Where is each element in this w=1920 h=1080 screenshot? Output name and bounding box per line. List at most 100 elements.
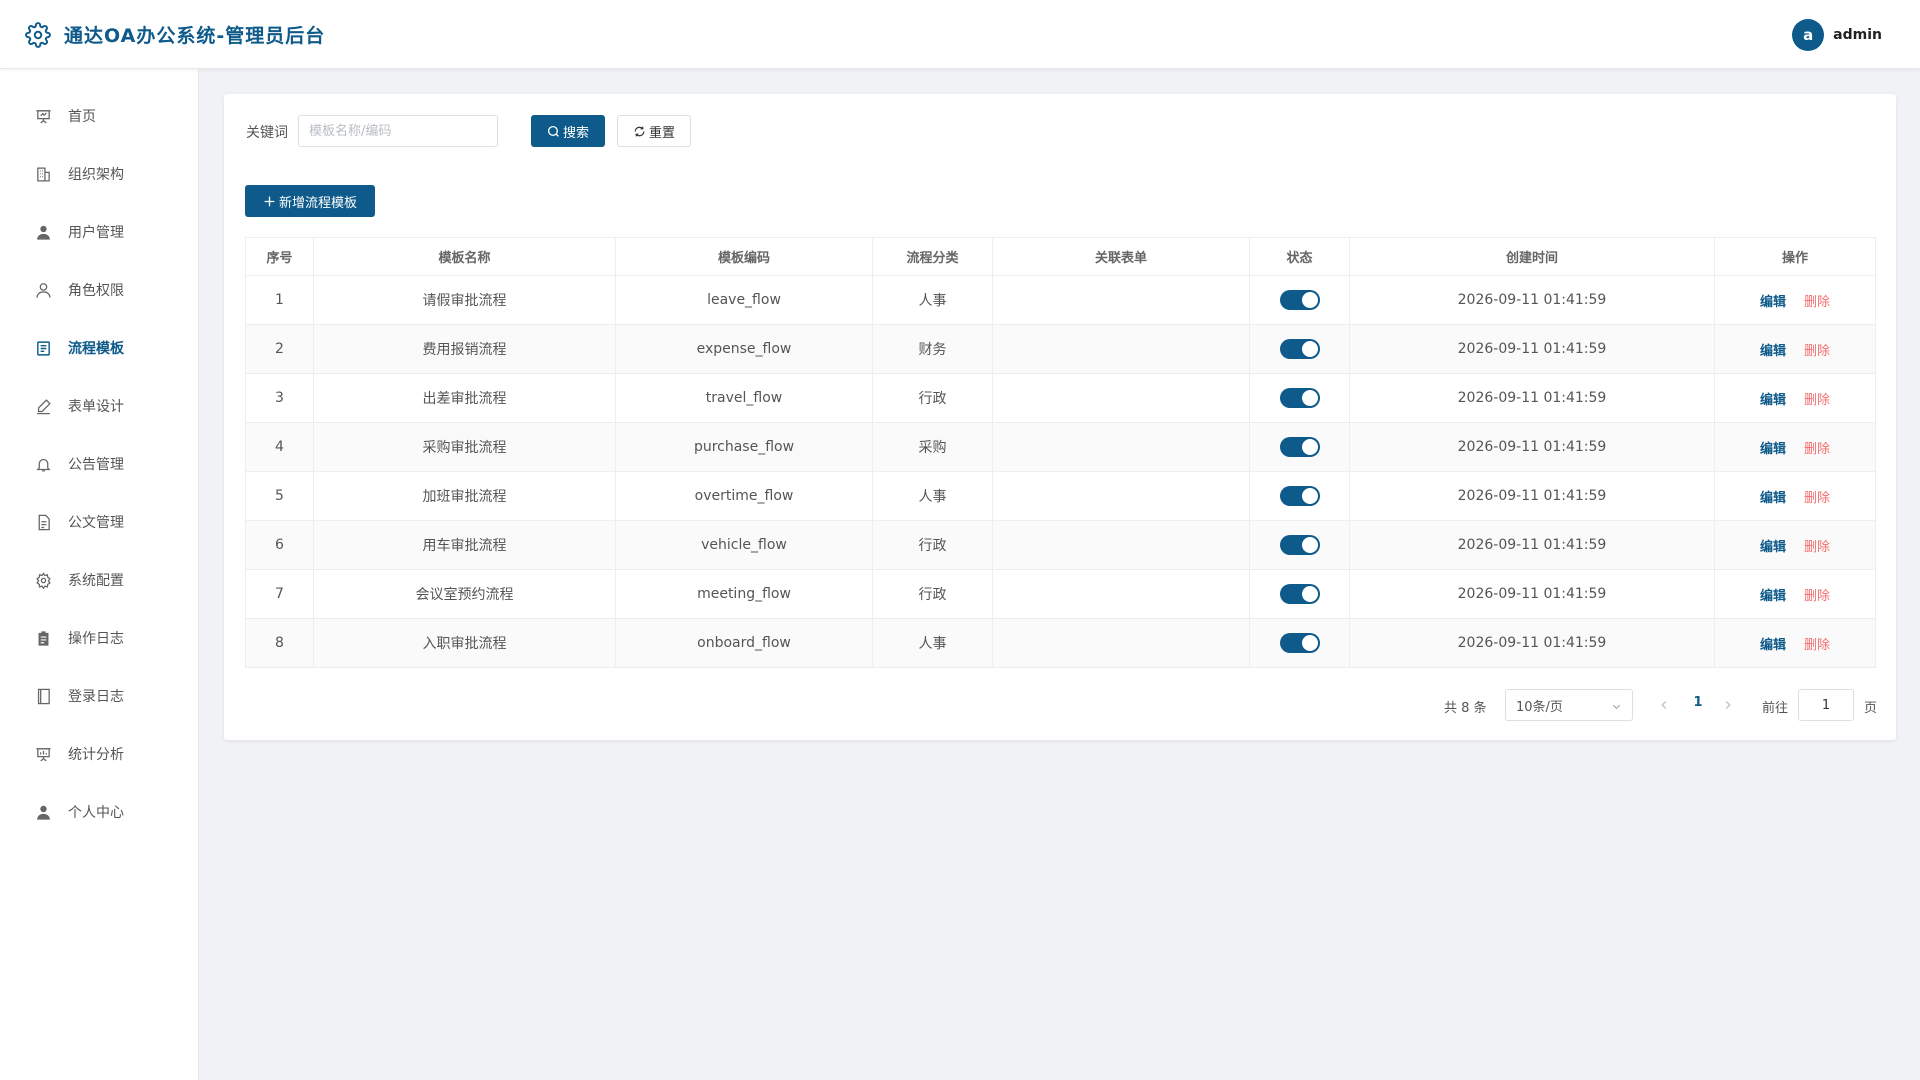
sidebar-item-roles[interactable]: 角色权限: [0, 265, 199, 315]
sidebar-item-label: 表单设计: [68, 399, 124, 415]
cell-index: 3: [245, 373, 314, 423]
edit-link[interactable]: 编辑: [1760, 295, 1786, 310]
delete-link[interactable]: 删除: [1804, 393, 1830, 408]
user-menu[interactable]: a admin: [1792, 19, 1882, 51]
table-row: 6 用车审批流程 vehicle_flow 行政 2026-09-11 01:4…: [245, 520, 1876, 570]
user-solid-icon: [34, 223, 52, 241]
toggle-knob: [1301, 635, 1318, 651]
document-icon: [34, 339, 52, 357]
cell-form: [992, 324, 1250, 374]
delete-link[interactable]: 删除: [1804, 540, 1830, 555]
cell-index: 4: [245, 422, 314, 472]
status-toggle[interactable]: [1279, 584, 1320, 604]
cell-created: 2026-09-11 01:41:59: [1349, 471, 1715, 521]
sidebar-item-login-log[interactable]: 登录日志: [0, 671, 199, 721]
sidebar-item-organization[interactable]: 组织架构: [0, 149, 199, 199]
edit-link[interactable]: 编辑: [1760, 589, 1786, 604]
column-header[interactable]: 序号: [245, 237, 314, 276]
presentation-icon: [34, 107, 52, 125]
search-button-label: 搜索: [562, 125, 589, 141]
sidebar-item-label: 个人中心: [68, 805, 124, 821]
cell-created: 2026-09-11 01:41:59: [1349, 569, 1715, 619]
chart-board-icon: [34, 745, 52, 763]
gear-icon: [34, 571, 52, 589]
cell-form: [992, 422, 1250, 472]
sidebar-item-users[interactable]: 用户管理: [0, 207, 199, 257]
building-icon: [34, 165, 52, 183]
status-toggle[interactable]: [1279, 437, 1320, 457]
brand[interactable]: 通达OA办公系统-管理员后台: [25, 21, 325, 48]
cell-status: [1249, 520, 1350, 570]
cell-created: 2026-09-11 01:41:59: [1349, 520, 1715, 570]
avatar[interactable]: a: [1792, 19, 1825, 51]
delete-link[interactable]: 删除: [1804, 442, 1830, 457]
sidebar-item-system-config[interactable]: 系统配置: [0, 555, 199, 605]
status-toggle[interactable]: [1279, 339, 1320, 359]
status-toggle[interactable]: [1279, 486, 1320, 506]
page-number-current[interactable]: 1: [1688, 695, 1708, 710]
toggle-knob: [1301, 537, 1318, 553]
column-header[interactable]: 状态: [1249, 237, 1350, 276]
top-header: 通达OA办公系统-管理员后台 a admin: [0, 0, 1920, 69]
cell-form: [992, 373, 1250, 423]
edit-link[interactable]: 编辑: [1760, 491, 1786, 506]
reset-button[interactable]: 重置: [617, 115, 691, 147]
username[interactable]: admin: [1833, 27, 1882, 43]
edit-link[interactable]: 编辑: [1760, 540, 1786, 555]
goto-page-input[interactable]: [1798, 689, 1854, 721]
status-toggle[interactable]: [1279, 535, 1320, 555]
cell-created: 2026-09-11 01:41:59: [1349, 373, 1715, 423]
column-header[interactable]: 模板名称: [313, 237, 616, 276]
sidebar-item-label: 操作日志: [68, 631, 124, 647]
table-row: 5 加班审批流程 overtime_flow 人事 2026-09-11 01:…: [245, 471, 1876, 521]
sidebar-item-label: 组织架构: [68, 167, 124, 183]
sidebar-item-label: 统计分析: [68, 747, 124, 763]
cell-index: 7: [245, 569, 314, 619]
cell-actions: 编辑 删除: [1714, 471, 1876, 521]
cell-category: 人事: [872, 618, 993, 668]
column-header[interactable]: 模板编码: [615, 237, 873, 276]
edit-link[interactable]: 编辑: [1760, 638, 1786, 653]
cell-created: 2026-09-11 01:41:59: [1349, 324, 1715, 374]
add-template-button[interactable]: 新增流程模板: [245, 185, 375, 217]
content-card: 关键词 搜索 重置 新增流程模板 序号 模板名称 模板编码 流程分类 关联表单 …: [224, 94, 1896, 740]
add-button-label: 新增流程模板: [278, 195, 357, 211]
delete-link[interactable]: 删除: [1804, 491, 1830, 506]
sidebar-item-statistics[interactable]: 统计分析: [0, 729, 199, 779]
pen-icon: [34, 397, 52, 415]
sidebar-item-flow-templates[interactable]: 流程模板: [0, 323, 199, 373]
chevron-right-icon[interactable]: [1721, 696, 1735, 714]
sidebar-item-operation-log[interactable]: 操作日志: [0, 613, 199, 663]
toggle-knob: [1301, 439, 1318, 455]
edit-link[interactable]: 编辑: [1760, 344, 1786, 359]
delete-link[interactable]: 删除: [1804, 295, 1830, 310]
sidebar-item-profile[interactable]: 个人中心: [0, 787, 199, 837]
edit-link[interactable]: 编辑: [1760, 393, 1786, 408]
cell-name: 出差审批流程: [313, 373, 616, 423]
page-size-select[interactable]: 10条/页: [1505, 689, 1633, 721]
sidebar-item-form-design[interactable]: 表单设计: [0, 381, 199, 431]
sidebar-item-home[interactable]: 首页: [0, 91, 199, 141]
sidebar-item-label: 流程模板: [68, 341, 124, 357]
edit-link[interactable]: 编辑: [1760, 442, 1786, 457]
status-toggle[interactable]: [1279, 388, 1320, 408]
gear-icon: [25, 21, 51, 48]
column-header[interactable]: 流程分类: [872, 237, 993, 276]
status-toggle[interactable]: [1279, 290, 1320, 310]
toggle-knob: [1301, 488, 1318, 504]
sidebar: 首页 组织架构 用户管理 角色权限 流程模板 表单设计 公告管理 公文管理 系统…: [0, 69, 199, 1080]
delete-link[interactable]: 删除: [1804, 638, 1830, 653]
column-header[interactable]: 关联表单: [992, 237, 1250, 276]
column-header[interactable]: 创建时间: [1349, 237, 1715, 276]
sidebar-item-announcements[interactable]: 公告管理: [0, 439, 199, 489]
delete-link[interactable]: 删除: [1804, 589, 1830, 604]
status-toggle[interactable]: [1279, 633, 1320, 653]
refresh-icon: [634, 126, 645, 136]
sidebar-item-documents[interactable]: 公文管理: [0, 497, 199, 547]
search-input[interactable]: [298, 115, 498, 147]
delete-link[interactable]: 删除: [1804, 344, 1830, 359]
column-header[interactable]: 操作: [1714, 237, 1876, 276]
cell-form: [992, 618, 1250, 668]
search-button[interactable]: 搜索: [531, 115, 605, 147]
chevron-left-icon[interactable]: [1657, 696, 1671, 714]
